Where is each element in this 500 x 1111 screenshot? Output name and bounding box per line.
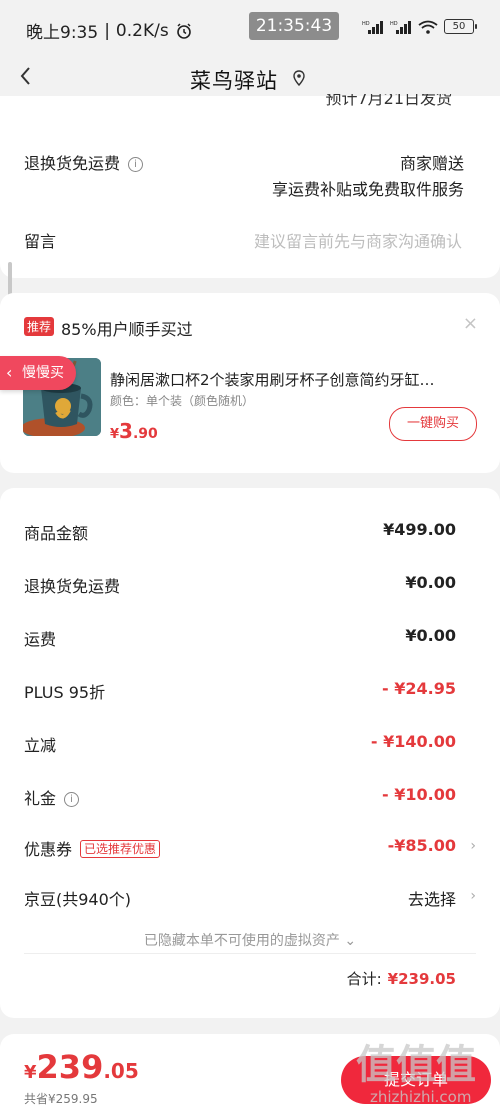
status-left: 晚上9:35 | 0.2K/s [26,18,193,43]
row-label: PLUS 95折 [24,683,106,702]
close-icon[interactable]: × [463,313,478,334]
signal-icon-2: HD [390,20,411,34]
chevron-right-icon: › [470,838,476,854]
row-value: ¥0.00 [405,626,456,645]
amount-row-shipping: 运费 ¥0.00 [24,626,476,650]
amount-row-goods: 商品金额 ¥499.00 [24,520,476,544]
amount-card: 商品金额 ¥499.00 退换货免运费 ¥0.00 运费 ¥0.00 PLUS … [0,488,500,1018]
price-currency: ¥ [110,427,120,442]
chevron-left-icon [20,67,30,85]
battery-icon: 50 [444,19,477,34]
amount-row-gift: 礼金 i - ¥10.00 [24,785,476,809]
page-title: 菜鸟驿站 [190,69,278,93]
alarm-icon [176,22,191,39]
location-pin-icon[interactable] [292,70,306,86]
price-dec: .90 [132,426,158,442]
info-icon[interactable]: i [128,157,144,172]
svg-text:HD: HD [390,21,398,27]
amount-row-jingdou[interactable]: 京豆(共940个) 去选择 › [24,886,476,910]
watermark-url: zhizhizhi.com [370,1088,471,1106]
row-value: - ¥140.00 [370,732,456,751]
product-title[interactable]: 静闲居漱口杯2个装家用刷牙杯子创意简约牙缸… [110,369,470,390]
row-label: 京豆(共940个) [24,890,132,909]
row-value: - ¥24.95 [382,679,456,698]
return-shipping-row: 退换货免运费 i [24,150,144,174]
row-value: ¥499.00 [383,520,456,539]
row-label: 优惠券 已选推荐优惠 [24,836,161,860]
status-right: HD HD 50 [362,19,477,34]
recommend-card: 推荐 85%用户顺手买过 × 静闲居漱口杯2个装家用刷牙杯子创意简约牙缸… 颜色… [0,293,500,473]
row-label: 商品金额 [24,524,89,543]
chevron-left-icon: ‹ [6,363,13,382]
return-shipping-label: 退换货免运费 [24,154,121,173]
return-shipping-value-1: 商家赠送 [399,154,464,173]
product-spec: 颜色：单个装（颜色随机） [110,394,255,408]
signal-icon: HD [362,20,383,34]
status-time: 晚上9:35 [26,23,99,43]
hidden-note-text: 已隐藏本单不可使用的虚拟资产 [143,933,340,949]
chevron-down-icon: ⌄ [344,933,357,949]
slow-buy-label: 慢慢买 [22,365,64,381]
final-price-dec: .05 [103,1059,139,1083]
return-shipping-value-2: 享运费补贴或免费取件服务 [271,180,464,199]
row-label: 礼金 i [24,785,80,809]
amount-row-coupon[interactable]: 优惠券 已选推荐优惠 -¥85.00 › [24,836,476,860]
row-value: -¥85.00 [387,836,456,855]
row-value: - ¥10.00 [382,785,456,804]
saved-amount: 共省¥259.95 [24,1092,98,1106]
wifi-icon [418,20,438,34]
watermark-logo: 值值值 zhizhizhi.com [356,1042,476,1106]
row-label: 立减 [24,736,57,755]
final-price: ¥239.05 [24,1048,139,1086]
message-input[interactable]: 建议留言前先与商家沟通确认 [254,228,462,252]
watermark-text: 值值值 [356,1042,476,1088]
chevron-right-icon: › [470,888,476,904]
network-speed: 0.2K/s [115,20,169,41]
info-icon[interactable]: i [64,792,80,807]
delivery-estimate: 预计7月21日发货 [325,94,452,108]
final-price-int: 239 [36,1048,104,1086]
recommend-text: 85%用户顺手买过 [61,320,193,339]
total-value: ¥239.05 [387,970,456,988]
status-bar: 晚上9:35 | 0.2K/s 21:35:43 HD HD 50 [0,0,500,56]
total-label: 合计: [346,970,382,988]
amount-row-plus: PLUS 95折 - ¥24.95 [24,679,476,703]
total-row: 合计: ¥239.05 [347,968,456,989]
row-label: 退换货免运费 [24,577,121,596]
slow-buy-pill[interactable]: ‹ 慢慢买 [0,356,76,390]
gift-label: 礼金 [24,789,57,808]
final-price-currency: ¥ [24,1062,37,1083]
divider [24,953,476,954]
order-info-card: 预计7月21日发货 退换货免运费 i 商家赠送 享运费补贴或免费取件服务 留言 建… [0,94,500,278]
one-click-buy-button[interactable]: 一键购买 [389,407,477,441]
center-clock: 21:35:43 [249,12,339,40]
message-label: 留言 [24,232,57,251]
amount-row-return-free: 退换货免运费 ¥0.00 [24,573,476,597]
svg-text:HD: HD [362,21,370,27]
recommend-badge: 推荐 [24,317,55,336]
product-price: ¥3.90 [110,419,158,443]
coupon-tag: 已选推荐优惠 [80,840,161,858]
status-divider: | [104,20,110,41]
price-int: 3 [119,419,133,443]
row-value: 去选择 [407,890,456,909]
back-button[interactable] [18,64,32,93]
hidden-assets-note[interactable]: 已隐藏本单不可使用的虚拟资产 ⌄ [0,930,500,950]
row-value: ¥0.00 [405,573,456,592]
row-label: 运费 [24,630,57,649]
amount-row-discount: 立减 - ¥140.00 [24,732,476,756]
coupon-label: 优惠券 [24,840,73,859]
